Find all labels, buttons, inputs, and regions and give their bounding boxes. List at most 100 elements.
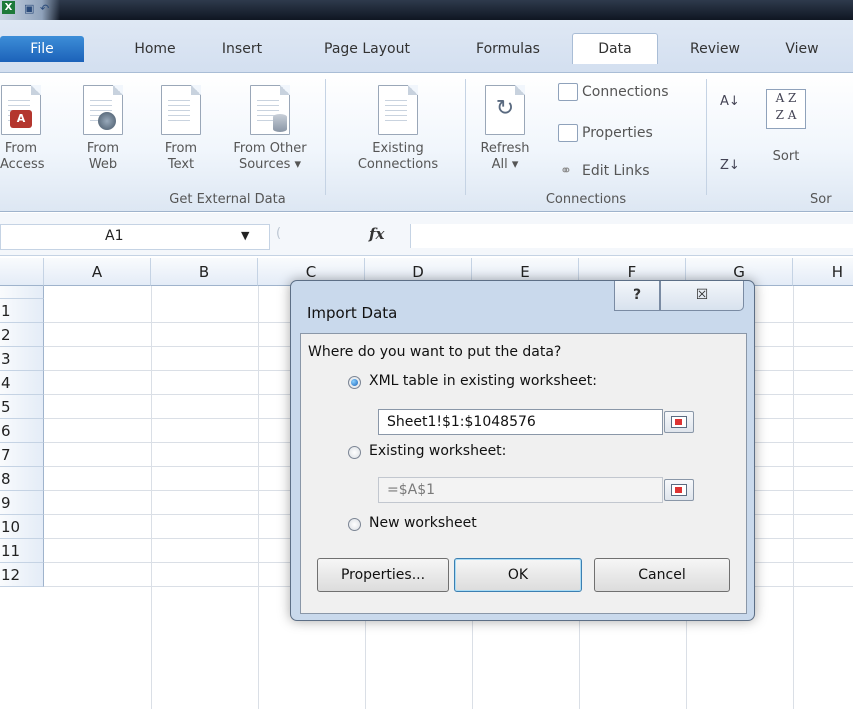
row-header[interactable]: 10 bbox=[0, 515, 44, 539]
cancel-button[interactable]: Cancel bbox=[594, 558, 730, 592]
close-icon: ☒ bbox=[695, 287, 709, 303]
sort-z-a-icon: Z↓ bbox=[720, 158, 740, 173]
row-header[interactable]: 12 bbox=[0, 563, 44, 587]
undo-icon[interactable]: ↶ bbox=[40, 2, 49, 15]
select-all-corner[interactable] bbox=[0, 258, 44, 286]
properties-button[interactable]: Properties bbox=[558, 122, 653, 144]
save-icon[interactable]: ▣ bbox=[24, 2, 34, 15]
column-header[interactable]: A bbox=[44, 258, 151, 286]
row-header[interactable]: 9 bbox=[0, 491, 44, 515]
row-header[interactable]: 1 bbox=[0, 299, 44, 323]
row-header[interactable]: 8 bbox=[0, 467, 44, 491]
insert-function-icon[interactable]: fx bbox=[369, 225, 384, 243]
excel-logo-icon: X bbox=[2, 1, 15, 14]
existing-connections-label: Existing Connections bbox=[357, 141, 439, 172]
properties-dialog-button[interactable]: Properties... bbox=[317, 558, 449, 592]
existing-worksheet-radio[interactable] bbox=[348, 446, 361, 459]
chevron-down-icon[interactable]: ▼ bbox=[241, 225, 249, 247]
group-label-sort-filter: Sor bbox=[810, 192, 832, 207]
formula-bar-divider-icon: ( bbox=[276, 226, 282, 241]
from-other-sources-button[interactable]: From Other Sources ▾ bbox=[222, 79, 318, 187]
from-access-button[interactable]: A From Access bbox=[0, 79, 45, 187]
row-header[interactable]: 6 bbox=[0, 419, 44, 443]
edit-links-button[interactable]: ⚭ Edit Links bbox=[560, 160, 650, 182]
sort-a-z-icon: A↓ bbox=[720, 94, 740, 109]
existing-connections-button[interactable]: Existing Connections bbox=[340, 79, 456, 187]
from-text-label: From Text bbox=[164, 141, 198, 172]
sort-dialog-icon: A ZZ A bbox=[766, 89, 806, 129]
sort-z-to-a-button[interactable]: Z↓ bbox=[720, 155, 740, 177]
row-header[interactable]: 3 bbox=[0, 347, 44, 371]
from-web-button[interactable]: From Web bbox=[82, 79, 124, 187]
row-header[interactable]: 11 bbox=[0, 539, 44, 563]
collapse-dialog-button[interactable] bbox=[664, 479, 694, 501]
row-header[interactable]: 2 bbox=[0, 323, 44, 347]
web-globe-icon bbox=[83, 85, 123, 135]
row-header[interactable]: 7 bbox=[0, 443, 44, 467]
row-header-top-edge bbox=[0, 286, 44, 299]
from-other-sources-label: From Other Sources ▾ bbox=[233, 141, 307, 172]
range-select-icon bbox=[671, 416, 687, 428]
tab-file[interactable]: File bbox=[0, 36, 84, 62]
from-web-label: From Web bbox=[86, 141, 120, 172]
name-box[interactable]: A1 ▼ bbox=[0, 224, 270, 250]
tab-insert[interactable]: Insert bbox=[212, 36, 272, 62]
from-text-button[interactable]: From Text bbox=[160, 79, 202, 187]
tab-formulas[interactable]: Formulas bbox=[466, 36, 550, 62]
sort-a-to-z-button[interactable]: A↓ bbox=[720, 91, 740, 113]
text-file-icon bbox=[161, 85, 201, 135]
connections-icon bbox=[558, 83, 578, 101]
help-icon: ? bbox=[632, 287, 642, 303]
connections-button[interactable]: Connections bbox=[558, 81, 669, 103]
formula-input[interactable] bbox=[410, 224, 853, 248]
refresh-icon: ↻ bbox=[485, 85, 525, 135]
grid-line bbox=[258, 286, 259, 709]
collapse-dialog-button[interactable] bbox=[664, 411, 694, 433]
group-label-connections: Connections bbox=[545, 192, 627, 207]
properties-icon bbox=[558, 124, 578, 142]
from-access-label: From Access bbox=[0, 141, 45, 172]
tab-view[interactable]: View bbox=[774, 36, 830, 62]
group-label-get-external-data: Get External Data bbox=[169, 192, 286, 207]
tab-data-label: Data bbox=[598, 41, 632, 57]
xml-table-range-input[interactable]: Sheet1!$1:$1048576 bbox=[378, 409, 663, 435]
tab-home[interactable]: Home bbox=[122, 36, 188, 62]
grid-line bbox=[151, 286, 152, 709]
help-button[interactable]: ? bbox=[614, 281, 660, 311]
title-bar: X ▣ ↶ bbox=[0, 0, 853, 20]
group-separator bbox=[465, 79, 466, 195]
quick-access-toolbar: X ▣ ↶ bbox=[0, 0, 60, 20]
column-header[interactable]: B bbox=[151, 258, 258, 286]
new-worksheet-radio[interactable] bbox=[348, 518, 361, 531]
ok-button[interactable]: OK bbox=[454, 558, 582, 592]
grid-line bbox=[793, 286, 794, 709]
range-select-icon bbox=[671, 484, 687, 496]
tab-review[interactable]: Review bbox=[680, 36, 750, 62]
row-header[interactable]: 4 bbox=[0, 371, 44, 395]
column-header[interactable]: H bbox=[793, 258, 853, 286]
row-header[interactable]: 5 bbox=[0, 395, 44, 419]
existing-worksheet-radio-label[interactable]: Existing worksheet: bbox=[369, 443, 506, 459]
tab-data[interactable]: Data bbox=[572, 33, 658, 64]
database-icon bbox=[250, 85, 290, 135]
new-worksheet-radio-label[interactable]: New worksheet bbox=[369, 515, 477, 531]
existing-connections-icon bbox=[378, 85, 418, 135]
existing-worksheet-range-input[interactable]: =$A$1 bbox=[378, 477, 663, 503]
dialog-question: Where do you want to put the data? bbox=[308, 344, 562, 360]
dialog-title: Import Data bbox=[307, 304, 398, 322]
link-icon: ⚭ bbox=[560, 163, 572, 179]
access-icon: A bbox=[1, 85, 41, 135]
refresh-all-button[interactable]: ↻ Refresh All ▾ bbox=[470, 79, 540, 187]
group-separator bbox=[325, 79, 326, 195]
sort-label: Sort bbox=[772, 149, 800, 164]
name-box-value: A1 bbox=[105, 228, 124, 244]
ribbon-tab-row: File Home Insert Page Layout Formulas Da… bbox=[0, 20, 853, 72]
close-button[interactable]: ☒ bbox=[660, 281, 744, 311]
xml-table-radio-label[interactable]: XML table in existing worksheet: bbox=[369, 373, 597, 389]
refresh-all-label: Refresh All ▾ bbox=[480, 141, 530, 172]
sort-button[interactable]: A ZZ A Sort bbox=[758, 79, 814, 187]
ribbon: A From Access From Web From Text From Other… bbox=[0, 72, 853, 212]
tab-page-layout[interactable]: Page Layout bbox=[312, 36, 422, 62]
xml-table-radio[interactable] bbox=[348, 376, 361, 389]
import-data-dialog: Import Data ? ☒ Where do you want to put… bbox=[290, 280, 755, 621]
